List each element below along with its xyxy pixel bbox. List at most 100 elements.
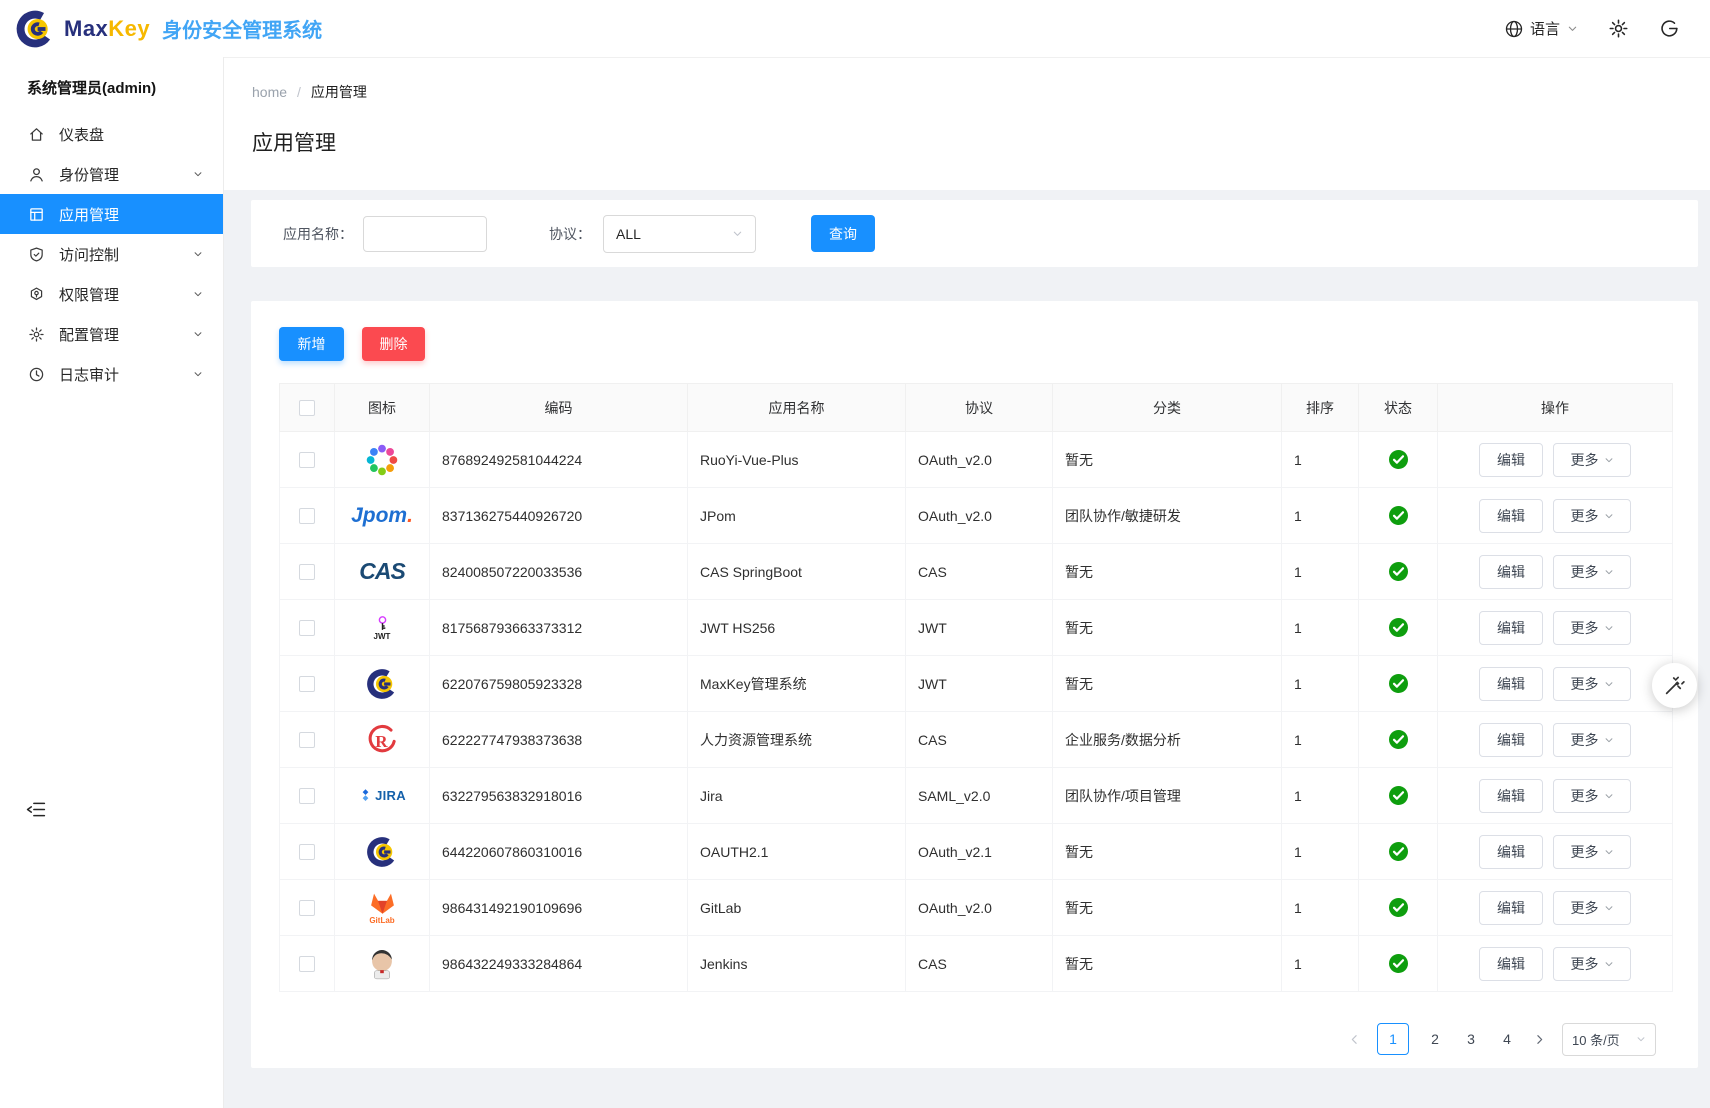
- add-button[interactable]: 新增: [279, 327, 344, 361]
- pagination-page-1[interactable]: 1: [1377, 1023, 1409, 1055]
- status-enabled-icon: [1389, 842, 1408, 861]
- more-label: 更多: [1571, 618, 1599, 638]
- sidebar-item-access[interactable]: 访问控制: [0, 234, 223, 274]
- app-code: 632279563832918016: [430, 768, 688, 824]
- settings-button[interactable]: [1608, 18, 1629, 39]
- more-button[interactable]: 更多: [1553, 499, 1631, 533]
- svg-text:R: R: [375, 731, 388, 750]
- more-button[interactable]: 更多: [1553, 723, 1631, 757]
- page-size-select[interactable]: 10 条/页: [1562, 1023, 1656, 1056]
- magic-wand-icon: [1663, 674, 1686, 697]
- app-sort: 1: [1282, 880, 1359, 936]
- logout-button[interactable]: [1659, 18, 1680, 39]
- delete-button[interactable]: 删除: [362, 327, 425, 361]
- app-protocol: SAML_v2.0: [906, 768, 1053, 824]
- more-button[interactable]: 更多: [1553, 891, 1631, 925]
- brand-subtitle: 身份安全管理系统: [162, 14, 322, 43]
- app-sort: 1: [1282, 432, 1359, 488]
- edit-button[interactable]: 编辑: [1479, 779, 1543, 813]
- sidebar-item-identity[interactable]: 身份管理: [0, 154, 223, 194]
- sidebar-item-permission[interactable]: 权限管理: [0, 274, 223, 314]
- edit-button[interactable]: 编辑: [1479, 723, 1543, 757]
- search-button[interactable]: 查询: [811, 215, 875, 252]
- chevron-down-icon: [1567, 23, 1578, 34]
- app-code: 817568793663373312: [430, 600, 688, 656]
- table-row: JWT817568793663373312JWT HS256JWT暂无1编辑更多: [280, 600, 1673, 656]
- app-sort: 1: [1282, 600, 1359, 656]
- select-all-checkbox[interactable]: [299, 400, 315, 416]
- sidebar-item-audit[interactable]: 日志审计: [0, 354, 223, 394]
- edit-button[interactable]: 编辑: [1479, 499, 1543, 533]
- more-button[interactable]: 更多: [1553, 611, 1631, 645]
- more-label: 更多: [1571, 786, 1599, 806]
- more-label: 更多: [1571, 842, 1599, 862]
- column-header: 操作: [1438, 384, 1673, 432]
- row-checkbox[interactable]: [299, 564, 315, 580]
- theme-tool-button[interactable]: [1652, 663, 1697, 708]
- app-header: MaxKey 身份安全管理系统 语言: [0, 0, 1710, 57]
- more-button[interactable]: 更多: [1553, 443, 1631, 477]
- more-button[interactable]: 更多: [1553, 835, 1631, 869]
- brand: MaxKey 身份安全管理系统: [14, 8, 322, 50]
- app-logo-cas: CAS: [335, 544, 429, 599]
- sidebar-item-dashboard[interactable]: 仪表盘: [0, 114, 223, 154]
- chevron-down-icon: [1604, 679, 1614, 689]
- pagination-prev[interactable]: [1348, 1033, 1361, 1046]
- pagination-next[interactable]: [1533, 1033, 1546, 1046]
- row-checkbox[interactable]: [299, 508, 315, 524]
- column-header: 状态: [1359, 384, 1438, 432]
- sidebar-item-config[interactable]: 配置管理: [0, 314, 223, 354]
- more-button[interactable]: 更多: [1553, 555, 1631, 589]
- more-label: 更多: [1571, 562, 1599, 582]
- filter-card: 应用名称： 协议： ALL 查询: [251, 200, 1698, 267]
- chevron-down-icon: [732, 228, 743, 239]
- more-label: 更多: [1571, 674, 1599, 694]
- more-button[interactable]: 更多: [1553, 947, 1631, 981]
- row-checkbox[interactable]: [299, 788, 315, 804]
- row-checkbox[interactable]: [299, 620, 315, 636]
- sidebar-item-label: 访问控制: [59, 244, 119, 265]
- app-category: 企业服务/数据分析: [1053, 712, 1282, 768]
- app-name: OAUTH2.1: [688, 824, 906, 880]
- row-checkbox[interactable]: [299, 844, 315, 860]
- pagination-page-2[interactable]: 2: [1425, 1031, 1445, 1047]
- edit-button[interactable]: 编辑: [1479, 667, 1543, 701]
- row-checkbox[interactable]: [299, 452, 315, 468]
- badge-icon: [27, 286, 45, 303]
- breadcrumb-home[interactable]: home: [252, 84, 287, 100]
- sidebar-item-apps[interactable]: 应用管理: [0, 194, 223, 234]
- protocol-select[interactable]: ALL: [603, 215, 756, 253]
- edit-button[interactable]: 编辑: [1479, 443, 1543, 477]
- edit-button[interactable]: 编辑: [1479, 555, 1543, 589]
- pagination-page-4[interactable]: 4: [1497, 1031, 1517, 1047]
- app-logo-maxkey: [335, 824, 429, 879]
- chevron-down-icon: [1636, 1034, 1646, 1044]
- chevron-down-icon: [193, 369, 203, 379]
- app-category: 团队协作/敏捷研发: [1053, 488, 1282, 544]
- edit-button[interactable]: 编辑: [1479, 891, 1543, 925]
- chevron-down-icon: [1604, 959, 1614, 969]
- more-button[interactable]: 更多: [1553, 667, 1631, 701]
- edit-button[interactable]: 编辑: [1479, 611, 1543, 645]
- edit-button[interactable]: 编辑: [1479, 835, 1543, 869]
- app-name: MaxKey管理系统: [688, 656, 906, 712]
- sidebar-menu: 仪表盘身份管理应用管理访问控制权限管理配置管理日志审计: [0, 114, 223, 394]
- app-name-input[interactable]: [363, 216, 487, 252]
- row-checkbox[interactable]: [299, 956, 315, 972]
- app-protocol: CAS: [906, 712, 1053, 768]
- shield-icon: [27, 246, 45, 263]
- menu-fold-icon[interactable]: [26, 799, 47, 820]
- app-logo-ruoyi: [335, 432, 429, 487]
- row-checkbox[interactable]: [299, 732, 315, 748]
- column-header: 编码: [430, 384, 688, 432]
- more-button[interactable]: 更多: [1553, 779, 1631, 813]
- row-checkbox[interactable]: [299, 900, 315, 916]
- language-label: 语言: [1530, 18, 1560, 39]
- row-checkbox[interactable]: [299, 676, 315, 692]
- status-enabled-icon: [1389, 730, 1408, 749]
- table-header-row: 图标编码应用名称协议分类排序状态操作: [280, 384, 1673, 432]
- language-menu[interactable]: 语言: [1504, 18, 1578, 39]
- pagination-page-3[interactable]: 3: [1461, 1031, 1481, 1047]
- edit-button[interactable]: 编辑: [1479, 947, 1543, 981]
- sidebar-item-label: 仪表盘: [59, 124, 104, 145]
